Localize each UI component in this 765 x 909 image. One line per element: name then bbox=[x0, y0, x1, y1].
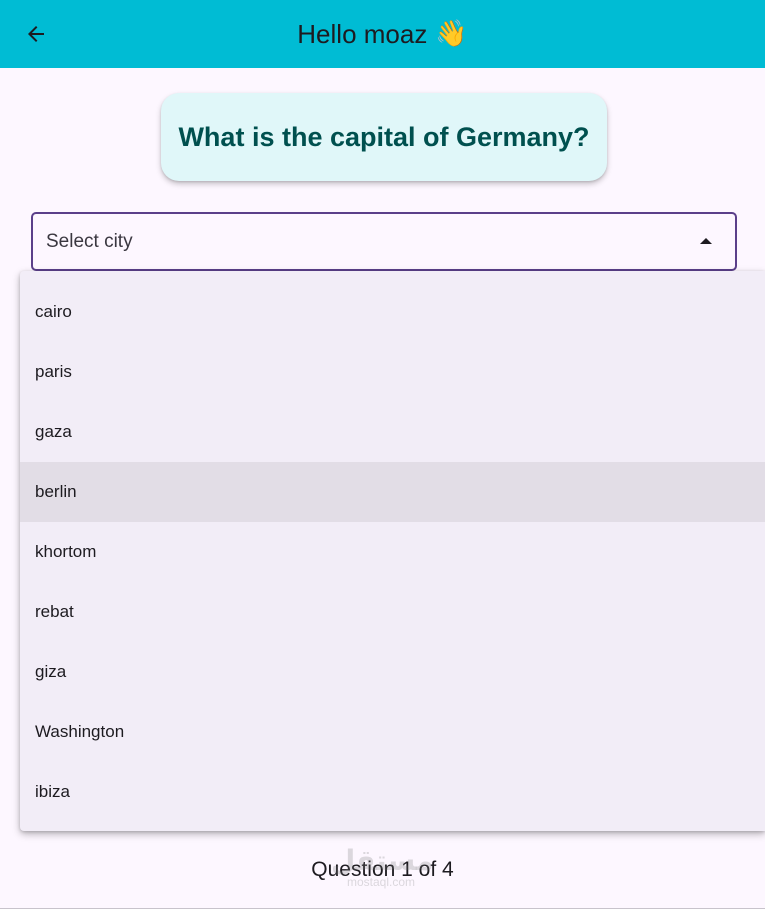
menu-item-rebat[interactable]: rebat bbox=[20, 582, 765, 642]
question-text: What is the capital of Germany? bbox=[178, 121, 590, 152]
waving-hand-emoji: 👋 bbox=[435, 19, 468, 49]
question-progress: Question 1 of 4 bbox=[311, 858, 454, 881]
menu-item-washington[interactable]: Washington bbox=[20, 702, 765, 762]
city-select[interactable]: Select city bbox=[31, 212, 737, 271]
menu-item-berlin[interactable]: berlin bbox=[20, 462, 765, 522]
app-bar: Hello moaz 👋 bbox=[0, 0, 765, 68]
menu-item-paris[interactable]: paris bbox=[20, 342, 765, 402]
city-select-placeholder: Select city bbox=[46, 230, 133, 252]
question-card: What is the capital of Germany? bbox=[161, 93, 607, 181]
city-dropdown-menu: cairo paris gaza berlin khortom rebat gi… bbox=[20, 271, 765, 831]
menu-item-ibiza[interactable]: ibiza bbox=[20, 762, 765, 822]
greeting-text: Hello moaz bbox=[297, 18, 428, 49]
page-title: Hello moaz 👋 bbox=[0, 0, 765, 68]
caret-up-icon bbox=[700, 238, 712, 244]
menu-item-khortom[interactable]: khortom bbox=[20, 522, 765, 582]
menu-item-gaza[interactable]: gaza bbox=[20, 402, 765, 462]
menu-item-cairo[interactable]: cairo bbox=[20, 282, 765, 342]
menu-item-giza[interactable]: giza bbox=[20, 642, 765, 702]
